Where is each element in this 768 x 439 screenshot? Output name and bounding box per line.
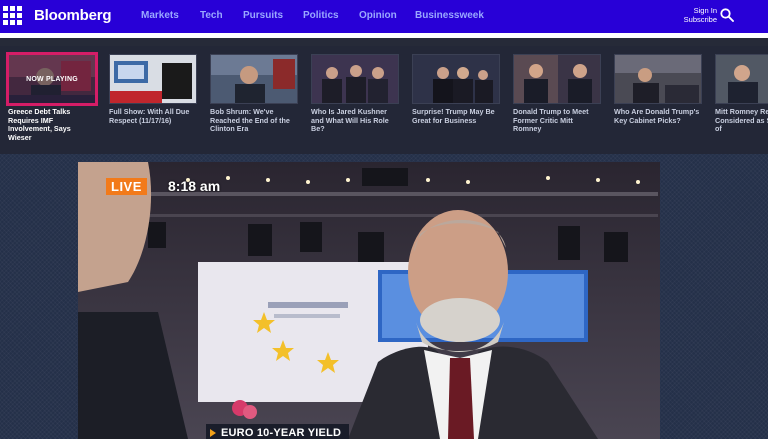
video-thumbnail	[109, 54, 197, 104]
sign-in-link[interactable]: Sign In	[684, 6, 717, 15]
thumbnail-image	[514, 55, 600, 103]
video-thumbnail	[311, 54, 399, 104]
video-card-cabinet-picks[interactable]: Who Are Donald Trump's Key Cabinet Picks…	[614, 54, 702, 125]
video-card-jared-kushner[interactable]: Who Is Jared Kushner and What Will His R…	[311, 54, 399, 134]
video-thumbnail	[614, 54, 702, 104]
account-links: Sign In Subscribe	[684, 6, 717, 24]
video-title: Who Are Donald Trump's Key Cabinet Picks…	[614, 107, 700, 125]
video-thumbnail	[412, 54, 500, 104]
nav-tech[interactable]: Tech	[200, 10, 223, 21]
thumbnail-image	[211, 55, 297, 103]
video-card-greece-debt[interactable]: NOW PLAYING Greece Debt Talks Requires I…	[6, 52, 98, 142]
video-thumbnail	[210, 54, 298, 104]
video-strip: NOW PLAYING Greece Debt Talks Requires I…	[0, 46, 768, 154]
video-thumbnail: NOW PLAYING	[6, 52, 98, 106]
video-thumbnail	[513, 54, 601, 104]
nav-politics[interactable]: Politics	[303, 10, 339, 21]
video-card-bob-shrum[interactable]: Bob Shrum: We've Reached the End of the …	[210, 54, 298, 134]
video-card-trump-business[interactable]: Surprise! Trump May Be Great for Busines…	[412, 54, 500, 125]
video-frame	[78, 162, 660, 439]
video-title: Greece Debt Talks Requires IMF Involveme…	[8, 107, 71, 142]
nav-pursuits[interactable]: Pursuits	[243, 10, 283, 21]
thumbnail-image	[110, 55, 196, 103]
thumbnail-image	[312, 55, 398, 103]
apps-grid-icon[interactable]	[3, 6, 22, 25]
nav-opinion[interactable]: Opinion	[359, 10, 397, 21]
lower-third-text: EURO 10-YEAR YIELD	[221, 426, 342, 439]
top-nav: Bloomberg Markets Tech Pursuits Politics…	[0, 0, 768, 33]
video-title: Who Is Jared Kushner and What Will His R…	[311, 107, 389, 134]
video-title: Surprise! Trump May Be Great for Busines…	[412, 107, 495, 125]
video-card-romney-secretary[interactable]: Mitt Romney Reportedly Considered as Sec…	[715, 54, 768, 134]
live-time: 8:18 am	[168, 178, 221, 194]
thumbnail-image	[716, 55, 768, 103]
lower-third-banner: EURO 10-YEAR YIELD	[206, 424, 350, 439]
bloomberg-logo[interactable]: Bloomberg	[34, 7, 112, 24]
video-card-full-show[interactable]: Full Show: With All Due Respect (11/17/1…	[109, 54, 197, 125]
nav-markets[interactable]: Markets	[141, 10, 179, 21]
nav-businessweek[interactable]: Businessweek	[415, 10, 484, 21]
video-title: Mitt Romney Reportedly Considered as Sec…	[715, 107, 768, 134]
video-player[interactable]: LIVE 8:18 am EURO 10-YEAR YIELD	[78, 162, 660, 439]
video-thumbnail	[715, 54, 768, 104]
video-title: Donald Trump to Meet Former Critic Mitt …	[513, 107, 589, 134]
thumbnail-image	[615, 55, 701, 103]
video-title: Bob Shrum: We've Reached the End of the …	[210, 107, 290, 134]
play-triangle-icon	[210, 428, 216, 437]
subscribe-link[interactable]: Subscribe	[684, 15, 717, 24]
video-title: Full Show: With All Due Respect (11/17/1…	[109, 107, 190, 125]
video-card-trump-romney-meet[interactable]: Donald Trump to Meet Former Critic Mitt …	[513, 54, 601, 134]
now-playing-overlay: NOW PLAYING	[9, 55, 95, 103]
sub-bar	[0, 38, 768, 46]
thumbnail-image	[413, 55, 499, 103]
live-badge: LIVE	[106, 178, 147, 195]
search-icon[interactable]	[720, 8, 734, 22]
